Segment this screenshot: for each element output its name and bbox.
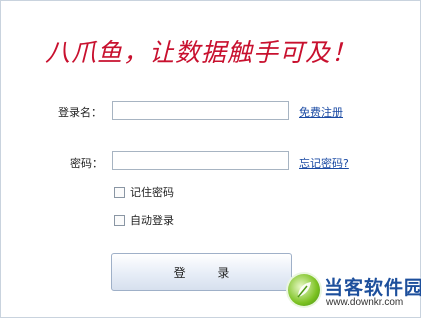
password-input[interactable] [112, 151, 289, 170]
login-window: 八爪鱼，让数据触手可及！ 登录名： 免费注册 密码： 忘记密码? 记住密码 自动… [0, 0, 421, 318]
username-input[interactable] [112, 101, 289, 120]
auto-login-label: 自动登录 [130, 214, 174, 227]
remember-password-checkbox[interactable] [114, 186, 125, 198]
slogan-banner: 八爪鱼，让数据触手可及！ [45, 38, 358, 67]
leaf-logo-icon [288, 274, 320, 306]
auto-login-checkbox[interactable] [114, 214, 125, 226]
register-link[interactable]: 免费注册 [299, 104, 343, 120]
remember-password-label: 记住密码 [130, 186, 174, 199]
username-label: 登录名： [58, 106, 102, 119]
login-button[interactable]: 登 录 [111, 253, 292, 291]
password-label: 密码： [70, 157, 103, 170]
forgot-password-link[interactable]: 忘记密码? [299, 155, 349, 171]
remember-password-option[interactable]: 记住密码 [114, 184, 174, 200]
watermark-name: 当客软件园 [324, 277, 421, 299]
watermark-url: www.downkr.com [326, 297, 404, 308]
watermark: 当客软件园 www.downkr.com [288, 269, 421, 315]
auto-login-option[interactable]: 自动登录 [114, 212, 174, 228]
